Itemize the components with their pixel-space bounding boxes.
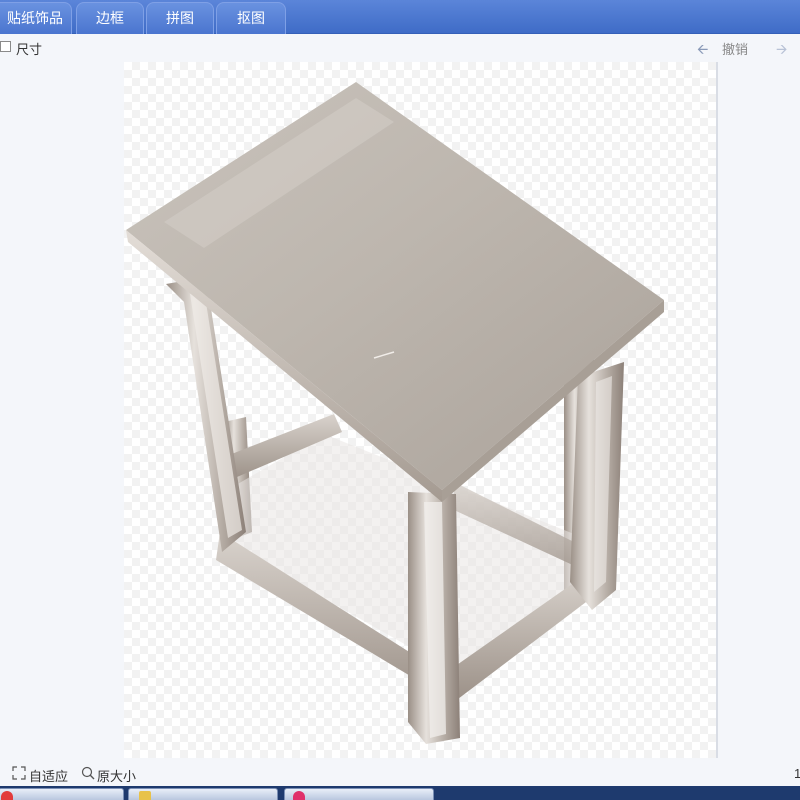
fit-to-window-button[interactable]: 自适应 [29, 766, 68, 785]
undo-button[interactable]: 撤销 [722, 39, 748, 58]
canvas-divider [716, 62, 718, 758]
original-size-button[interactable]: 原大小 [97, 766, 136, 785]
size-checkbox[interactable] [0, 41, 11, 52]
image-canvas[interactable] [124, 62, 716, 758]
tab-stickers[interactable]: 贴纸饰品 [0, 2, 72, 34]
os-taskbar [0, 786, 800, 800]
folder-icon [139, 791, 151, 800]
edit-toolbar: 尺寸 🡨 撤销 🡪 [0, 34, 800, 60]
arrow-left-icon[interactable]: 🡨 [697, 39, 708, 63]
pink-app-icon [293, 791, 305, 800]
taskbar-item-2[interactable] [128, 788, 278, 800]
top-tab-bar: 贴纸饰品 边框 拼图 抠图 [0, 0, 800, 34]
red-app-icon [1, 791, 13, 800]
magnifier-icon[interactable] [81, 766, 95, 780]
tab-frames[interactable]: 边框 [76, 2, 144, 34]
size-label[interactable]: 尺寸 [16, 39, 42, 58]
zoom-controls: 自适应 原大小 1 [0, 760, 800, 786]
taskbar-item-1[interactable] [0, 788, 124, 800]
tab-collage[interactable]: 拼图 [146, 2, 214, 34]
fit-screen-icon[interactable] [12, 766, 26, 780]
taskbar-item-3[interactable] [284, 788, 434, 800]
arrow-right-icon[interactable]: 🡪 [776, 39, 787, 63]
page-indicator: 1 [794, 766, 800, 781]
stool-image [126, 82, 664, 744]
tab-cutout[interactable]: 抠图 [216, 2, 286, 34]
